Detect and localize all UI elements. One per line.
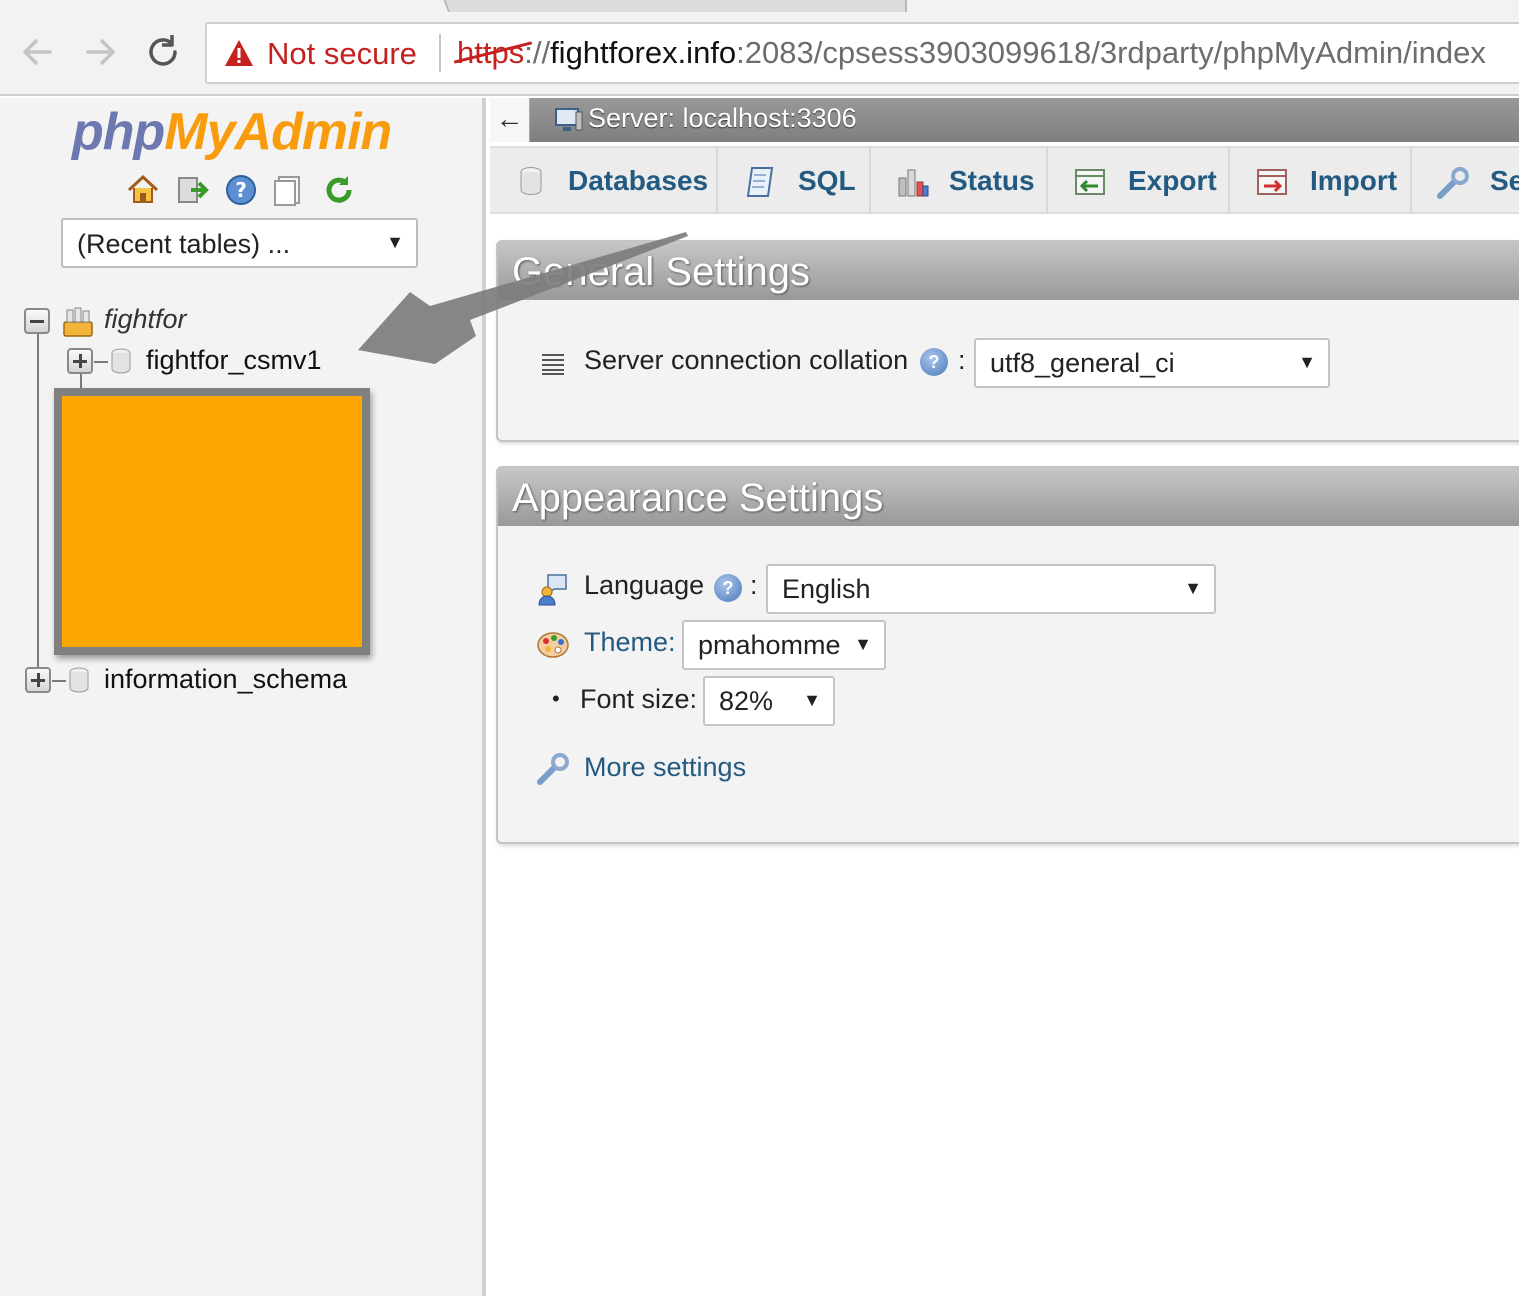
wrench-icon xyxy=(536,752,570,791)
help-icon[interactable]: ? xyxy=(223,172,259,208)
browser-toolbar: Not secure https://fightforex.info:2083/… xyxy=(0,12,1519,96)
collapse-navigation-button[interactable]: ← xyxy=(490,98,530,142)
font-size-label: Font size: xyxy=(580,684,698,714)
tab-settings[interactable]: Se xyxy=(1412,148,1519,212)
url-path: :2083/cpsess3903099618/3rdparty/phpMyAdm… xyxy=(736,35,1486,70)
tree-connector xyxy=(80,374,82,388)
chevron-down-icon: ▼ xyxy=(1184,578,1202,598)
browser-tab-inactive[interactable] xyxy=(905,0,1519,12)
language-select[interactable]: English ▼ xyxy=(766,564,1216,614)
tab-label: Se xyxy=(1490,165,1519,196)
tab-export[interactable]: Export xyxy=(1048,148,1230,212)
panel-title: Appearance Settings xyxy=(498,468,1519,526)
url-separator: :// xyxy=(524,35,551,70)
tab-label: Export xyxy=(1128,165,1217,196)
import-icon xyxy=(1254,166,1290,203)
url-scheme: https xyxy=(457,35,525,70)
appearance-settings-panel: Appearance Settings Language ? : English… xyxy=(496,466,1519,844)
browser-tab-strip xyxy=(0,0,1519,12)
warning-icon xyxy=(223,38,255,73)
recent-tables-value: (Recent tables) ... xyxy=(77,229,291,259)
redaction-overlay xyxy=(54,388,370,655)
tab-label: Import xyxy=(1310,165,1398,196)
svg-text:?: ? xyxy=(235,178,247,202)
chevron-down-icon: ▼ xyxy=(1298,352,1316,372)
status-icon xyxy=(895,166,929,203)
wrench-icon xyxy=(1436,166,1470,205)
collation-value: utf8_general_ci xyxy=(990,348,1175,378)
font-size-value: 82% xyxy=(719,686,774,716)
help-icon[interactable]: ? xyxy=(920,348,948,376)
theme-select[interactable]: pmahomme ▼ xyxy=(682,620,886,670)
chevron-down-icon: ▼ xyxy=(803,690,821,710)
tab-import[interactable]: Import xyxy=(1230,148,1412,212)
language-icon xyxy=(536,572,570,611)
database-group-icon xyxy=(62,306,94,338)
annotation-arrow xyxy=(358,232,688,364)
tree-connector xyxy=(37,334,39,686)
tree-expand-fightfor-csmv1[interactable] xyxy=(67,348,93,374)
label-colon: : xyxy=(750,570,758,600)
server-link[interactable]: Server: localhost:3306 xyxy=(588,103,857,134)
reload-icon[interactable] xyxy=(321,172,357,208)
collation-select[interactable]: utf8_general_ci ▼ xyxy=(974,338,1330,388)
tab-databases[interactable]: Databases xyxy=(490,148,718,212)
server-breadcrumb: ← Server: localhost:3306 xyxy=(490,98,1519,142)
tree-expand-information-schema[interactable] xyxy=(25,667,51,693)
database-icon xyxy=(68,667,90,693)
sql-icon xyxy=(744,166,776,203)
tab-label: Status xyxy=(949,165,1035,196)
more-settings-link[interactable]: More settings xyxy=(584,752,746,783)
address-bar[interactable]: Not secure https://fightforex.info:2083/… xyxy=(205,22,1519,84)
tree-collapse-fightfor[interactable] xyxy=(24,308,50,334)
docs-icon[interactable] xyxy=(271,172,307,208)
home-icon[interactable] xyxy=(125,172,161,208)
tree-connector xyxy=(94,361,108,363)
server-icon xyxy=(554,106,584,139)
help-icon[interactable]: ? xyxy=(714,574,742,602)
palette-icon xyxy=(536,630,570,665)
database-icon xyxy=(518,166,544,201)
tab-sql[interactable]: SQL xyxy=(718,148,871,212)
tree-group-label[interactable]: fightfor xyxy=(104,304,187,335)
url-host: fightforex.info xyxy=(550,35,737,70)
language-label: Language xyxy=(584,570,705,600)
back-arrow-icon[interactable] xyxy=(16,30,60,74)
reload-icon[interactable] xyxy=(141,30,185,74)
tree-connector xyxy=(52,680,66,682)
tab-status[interactable]: Status xyxy=(871,148,1048,212)
language-value: English xyxy=(782,574,871,604)
export-icon xyxy=(1072,166,1108,203)
theme-link[interactable]: Theme: xyxy=(584,627,676,658)
theme-value: pmahomme xyxy=(698,630,841,660)
browser-tab-active[interactable] xyxy=(0,0,451,12)
label-colon: : xyxy=(958,345,966,375)
url-text[interactable]: https://fightforex.info:2083/cpsess39030… xyxy=(457,35,1486,71)
phpmyadmin-logo[interactable]: phpMyAdmin xyxy=(72,102,392,162)
main-content: General Settings Server connection colla… xyxy=(490,216,1519,1296)
font-size-select[interactable]: 82% ▼ xyxy=(703,676,835,726)
logout-icon[interactable] xyxy=(175,172,211,208)
bullet: • xyxy=(552,686,560,711)
chevron-down-icon: ▼ xyxy=(854,634,872,654)
tree-db-label[interactable]: fightfor_csmv1 xyxy=(146,345,322,376)
tree-db-label[interactable]: information_schema xyxy=(104,664,347,695)
database-icon xyxy=(110,348,132,374)
tab-label: SQL xyxy=(798,165,856,196)
omnibox-divider xyxy=(439,34,441,72)
tab-label: Databases xyxy=(568,165,709,196)
security-status[interactable]: Not secure xyxy=(267,36,417,72)
forward-arrow-icon[interactable] xyxy=(78,30,122,74)
top-menu-tabs: Databases SQL Status Export Import Se xyxy=(490,146,1519,214)
